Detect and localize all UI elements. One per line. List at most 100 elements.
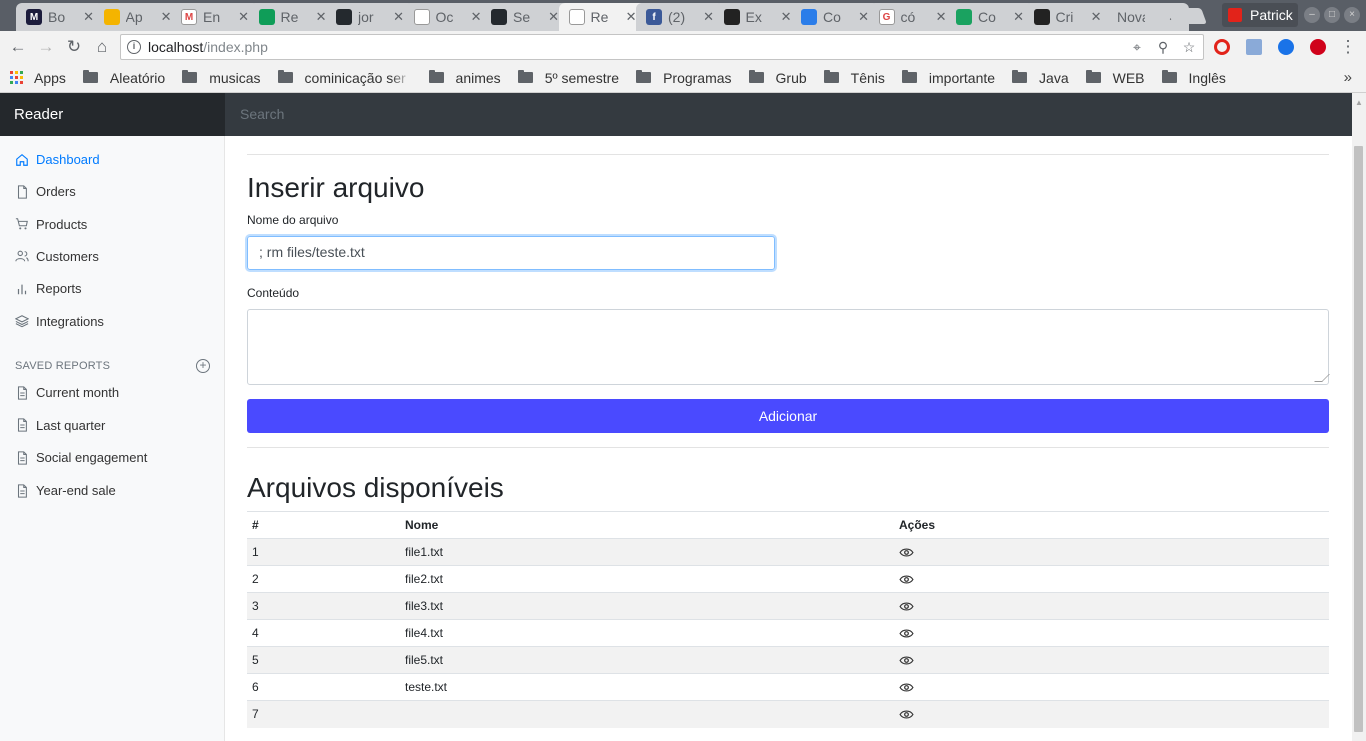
scrollbar-thumb[interactable] xyxy=(1354,146,1363,732)
sidebar-item-products[interactable]: Products xyxy=(15,217,87,232)
close-tab-icon[interactable]: ✕ xyxy=(548,9,559,25)
saved-report-item[interactable]: Year-end sale xyxy=(15,483,116,498)
search-input[interactable]: Search xyxy=(240,106,284,122)
reload-icon[interactable]: ↻ xyxy=(64,37,84,57)
sidebar-item-dashboard[interactable]: Dashboard xyxy=(15,152,100,167)
scroll-up-icon[interactable]: ▲ xyxy=(1355,98,1363,107)
bookmark-folder[interactable]: Aleatório xyxy=(82,70,165,86)
browser-tab[interactable]: Cri ✕ xyxy=(1023,3,1112,31)
file-name: file2.txt xyxy=(400,565,894,593)
bookmark-folder[interactable]: Grub xyxy=(748,70,807,86)
download-extension-icon[interactable] xyxy=(1246,39,1262,55)
profile-button[interactable]: Patrick xyxy=(1222,3,1298,27)
tab-title: Co xyxy=(978,9,996,25)
view-eye-icon[interactable] xyxy=(899,628,914,639)
browser-tab[interactable]: Co ✕ xyxy=(791,3,879,31)
folder-icon xyxy=(823,70,839,83)
browser-tab[interactable]: Ap ✕ xyxy=(93,3,182,31)
translate-icon[interactable]: ⌖ xyxy=(1129,39,1145,55)
bookmark-folder[interactable]: Inglês xyxy=(1161,70,1226,86)
filename-input[interactable]: ; rm files/teste.txt xyxy=(247,236,775,270)
sidebar-item-orders[interactable]: Orders xyxy=(15,184,76,199)
close-tab-icon[interactable]: ✕ xyxy=(858,9,869,25)
folder-icon xyxy=(82,70,98,83)
bookmark-folder[interactable]: animes xyxy=(428,70,501,86)
close-tab-icon[interactable]: ✕ xyxy=(1013,9,1024,25)
maximize-icon[interactable]: □ xyxy=(1324,7,1340,23)
view-eye-icon[interactable] xyxy=(899,547,914,558)
browser-tab[interactable]: M En ✕ xyxy=(171,3,259,31)
view-eye-icon[interactable] xyxy=(899,709,914,720)
vertical-scrollbar[interactable]: ▲ xyxy=(1352,93,1366,741)
browser-tab[interactable]: Co ✕ xyxy=(946,3,1034,31)
site-info-icon[interactable]: i xyxy=(127,40,141,54)
view-eye-icon[interactable] xyxy=(899,682,914,693)
browser-tab[interactable]: f (2) ✕ xyxy=(636,3,724,31)
close-tab-icon[interactable]: ✕ xyxy=(471,9,482,25)
view-eye-icon[interactable] xyxy=(899,601,914,612)
close-tab-icon[interactable]: ✕ xyxy=(781,9,792,25)
close-tab-icon[interactable]: ✕ xyxy=(626,9,637,25)
new-tab-button[interactable] xyxy=(1167,8,1207,24)
close-tab-icon[interactable]: ✕ xyxy=(1091,9,1102,25)
close-tab-icon[interactable]: ✕ xyxy=(703,9,714,25)
browser-tab[interactable]: Gcó ✕ xyxy=(868,3,957,31)
bookmark-folder[interactable]: Java xyxy=(1012,70,1069,86)
browser-tab[interactable]: Se ✕ xyxy=(481,3,569,31)
browser-tab[interactable]: Re ✕ xyxy=(248,3,337,31)
home-page-icon[interactable]: ⌂ xyxy=(92,37,112,57)
resize-grip[interactable] xyxy=(1314,374,1330,382)
browser-tab[interactable]: jor ✕ xyxy=(326,3,414,31)
bookmark-folder[interactable]: Programas xyxy=(636,70,732,86)
opera-extension-icon[interactable] xyxy=(1214,39,1230,55)
sidebar-item-label: Reports xyxy=(36,281,82,297)
saved-report-item[interactable]: Social engagement xyxy=(15,450,147,465)
content-textarea[interactable] xyxy=(247,309,1330,385)
back-icon[interactable]: ← xyxy=(8,37,28,57)
bookmark-star-icon[interactable]: ☆ xyxy=(1181,39,1197,55)
close-tab-icon[interactable]: ✕ xyxy=(393,9,404,25)
close-tab-icon[interactable]: ✕ xyxy=(316,9,327,25)
bookmark-label: importante xyxy=(928,69,996,86)
add-button[interactable]: Adicionar xyxy=(247,399,1329,433)
tab-title: Ap xyxy=(125,9,143,25)
browser-tab[interactable]: Oc ✕ xyxy=(403,3,492,31)
block-extension-icon[interactable] xyxy=(1310,39,1326,55)
brand[interactable]: Reader xyxy=(0,93,225,136)
menu-icon[interactable]: ⋮ xyxy=(1338,37,1358,57)
apps-bookmark[interactable]: Apps xyxy=(10,70,66,86)
sidebar-item-reports[interactable]: Reports xyxy=(15,281,82,296)
row-number: 4 xyxy=(247,619,400,647)
bookmark-folder[interactable]: musicas xyxy=(182,70,261,86)
home-icon xyxy=(16,153,28,166)
bookmark-folder[interactable]: cominicação ser xyxy=(277,70,412,86)
saved-report-item[interactable]: Current month xyxy=(15,385,119,400)
add-report-icon[interactable]: + xyxy=(196,359,210,373)
sidebar-item-integrations[interactable]: Integrations xyxy=(15,314,104,329)
address-bar[interactable]: i localhost/index.php ⌖ ⚲ ☆ xyxy=(120,34,1204,60)
saved-report-item[interactable]: Last quarter xyxy=(15,418,105,433)
close-tab-icon[interactable]: ✕ xyxy=(936,9,947,25)
zoom-icon[interactable]: ⚲ xyxy=(1155,39,1171,55)
sync-extension-icon[interactable] xyxy=(1278,39,1294,55)
sidebar-item-customers[interactable]: Customers xyxy=(15,249,99,264)
view-eye-icon[interactable] xyxy=(899,574,914,585)
browser-tab[interactable]: Ex ✕ xyxy=(713,3,802,31)
browser-tab[interactable]: M Bo ✕ xyxy=(16,3,104,31)
row-number: 6 xyxy=(247,673,400,701)
close-tab-icon[interactable]: ✕ xyxy=(161,9,172,25)
bookmark-folder[interactable]: Tênis xyxy=(823,70,885,86)
browser-tab[interactable]: Re ✕ xyxy=(558,3,647,31)
view-eye-icon[interactable] xyxy=(899,655,914,666)
close-window-icon[interactable]: × xyxy=(1344,7,1360,23)
forward-icon[interactable]: → xyxy=(36,37,56,57)
bookmark-folder[interactable]: 5º semestre xyxy=(517,70,619,86)
close-tab-icon[interactable]: ✕ xyxy=(83,9,94,25)
bookmark-folder[interactable]: WEB xyxy=(1085,70,1145,86)
more-bookmarks-icon[interactable]: » xyxy=(1344,69,1352,86)
close-tab-icon[interactable]: ✕ xyxy=(238,9,249,25)
minimize-icon[interactable]: – xyxy=(1304,7,1320,23)
column-header: Nome xyxy=(400,511,894,539)
bookmark-folder[interactable]: importante xyxy=(901,69,996,86)
tab-title: có xyxy=(900,9,916,25)
